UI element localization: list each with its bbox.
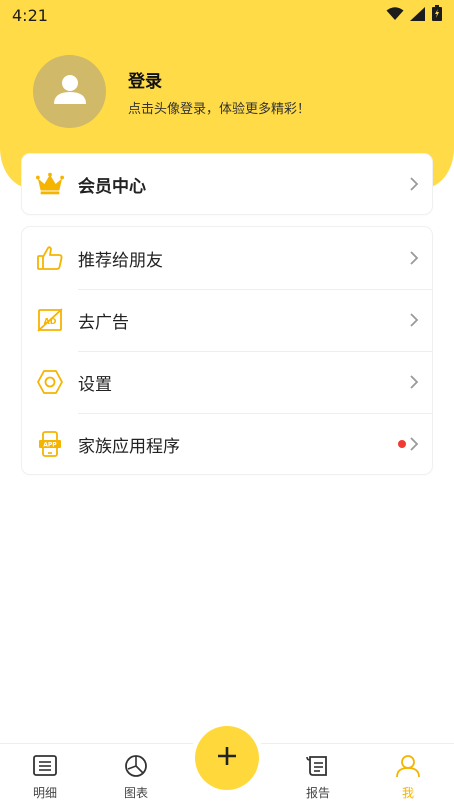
svg-text:APP: APP	[43, 442, 57, 449]
thumbs-up-icon	[36, 244, 64, 272]
status-icons	[386, 5, 442, 25]
chevron-right-icon	[408, 436, 420, 452]
settings-hexagon-icon	[36, 368, 64, 396]
add-record-button[interactable]	[195, 726, 259, 790]
profile-section: 登录 点击头像登录，体验更多精彩！	[33, 55, 310, 128]
login-subtitle: 点击头像登录，体验更多精彩！	[128, 101, 311, 117]
login-title[interactable]: 登录	[128, 67, 310, 92]
tab-label: 明细	[32, 786, 57, 800]
signal-icon	[410, 6, 426, 25]
tab-report[interactable]: 报告	[288, 754, 348, 801]
menu-item-label: 设置	[78, 374, 112, 395]
menu-item-label: 推荐给朋友	[78, 250, 163, 271]
status-bar: 4:21	[0, 0, 454, 30]
app-phone-icon: APP	[36, 430, 64, 458]
status-time: 4:21	[12, 5, 48, 25]
no-ad-icon: AD	[36, 306, 64, 334]
menu-item-label: 家族应用程序	[78, 436, 180, 457]
vip-center-row[interactable]: 会员中心	[22, 154, 432, 214]
vip-card: 会员中心	[22, 154, 432, 214]
tab-details[interactable]: 明细	[15, 754, 75, 801]
menu-card: 推荐给朋友 AD 去广告 设置 APP 家族应用程序	[22, 227, 432, 474]
menu-item-settings[interactable]: 设置	[22, 351, 432, 413]
plus-icon	[215, 744, 239, 772]
menu-item-family-apps[interactable]: APP 家族应用程序	[22, 413, 432, 475]
crown-icon	[36, 170, 64, 198]
report-scroll-icon	[305, 754, 331, 782]
menu-item-label: 去广告	[78, 312, 129, 333]
menu-item-remove-ads[interactable]: AD 去广告	[22, 289, 432, 351]
menu-item-recommend[interactable]: 推荐给朋友	[22, 227, 432, 289]
vip-center-label: 会员中心	[78, 176, 146, 197]
wifi-icon	[386, 6, 404, 25]
chevron-right-icon	[408, 374, 420, 390]
tab-label: 我	[401, 786, 414, 800]
battery-icon	[432, 5, 442, 25]
profile-screen: 4:21 登录 点击头像登录，体验更多精彩！ 会员中心 推荐给朋友 AD 去广告…	[0, 0, 454, 807]
pie-chart-icon	[123, 754, 149, 782]
login-prompt[interactable]: 登录 点击头像登录，体验更多精彩！	[128, 67, 310, 117]
person-icon	[395, 754, 421, 782]
chevron-right-icon	[408, 250, 420, 266]
chevron-right-icon	[408, 176, 420, 192]
new-badge-dot	[398, 440, 406, 448]
tab-label: 图表	[123, 786, 148, 800]
list-icon	[32, 754, 58, 782]
tab-me[interactable]: 我	[378, 754, 438, 801]
chevron-right-icon	[408, 312, 420, 328]
tab-label: 报告	[305, 786, 330, 800]
default-user-icon	[50, 70, 90, 114]
tab-charts[interactable]: 图表	[106, 754, 166, 801]
avatar[interactable]	[33, 55, 106, 128]
